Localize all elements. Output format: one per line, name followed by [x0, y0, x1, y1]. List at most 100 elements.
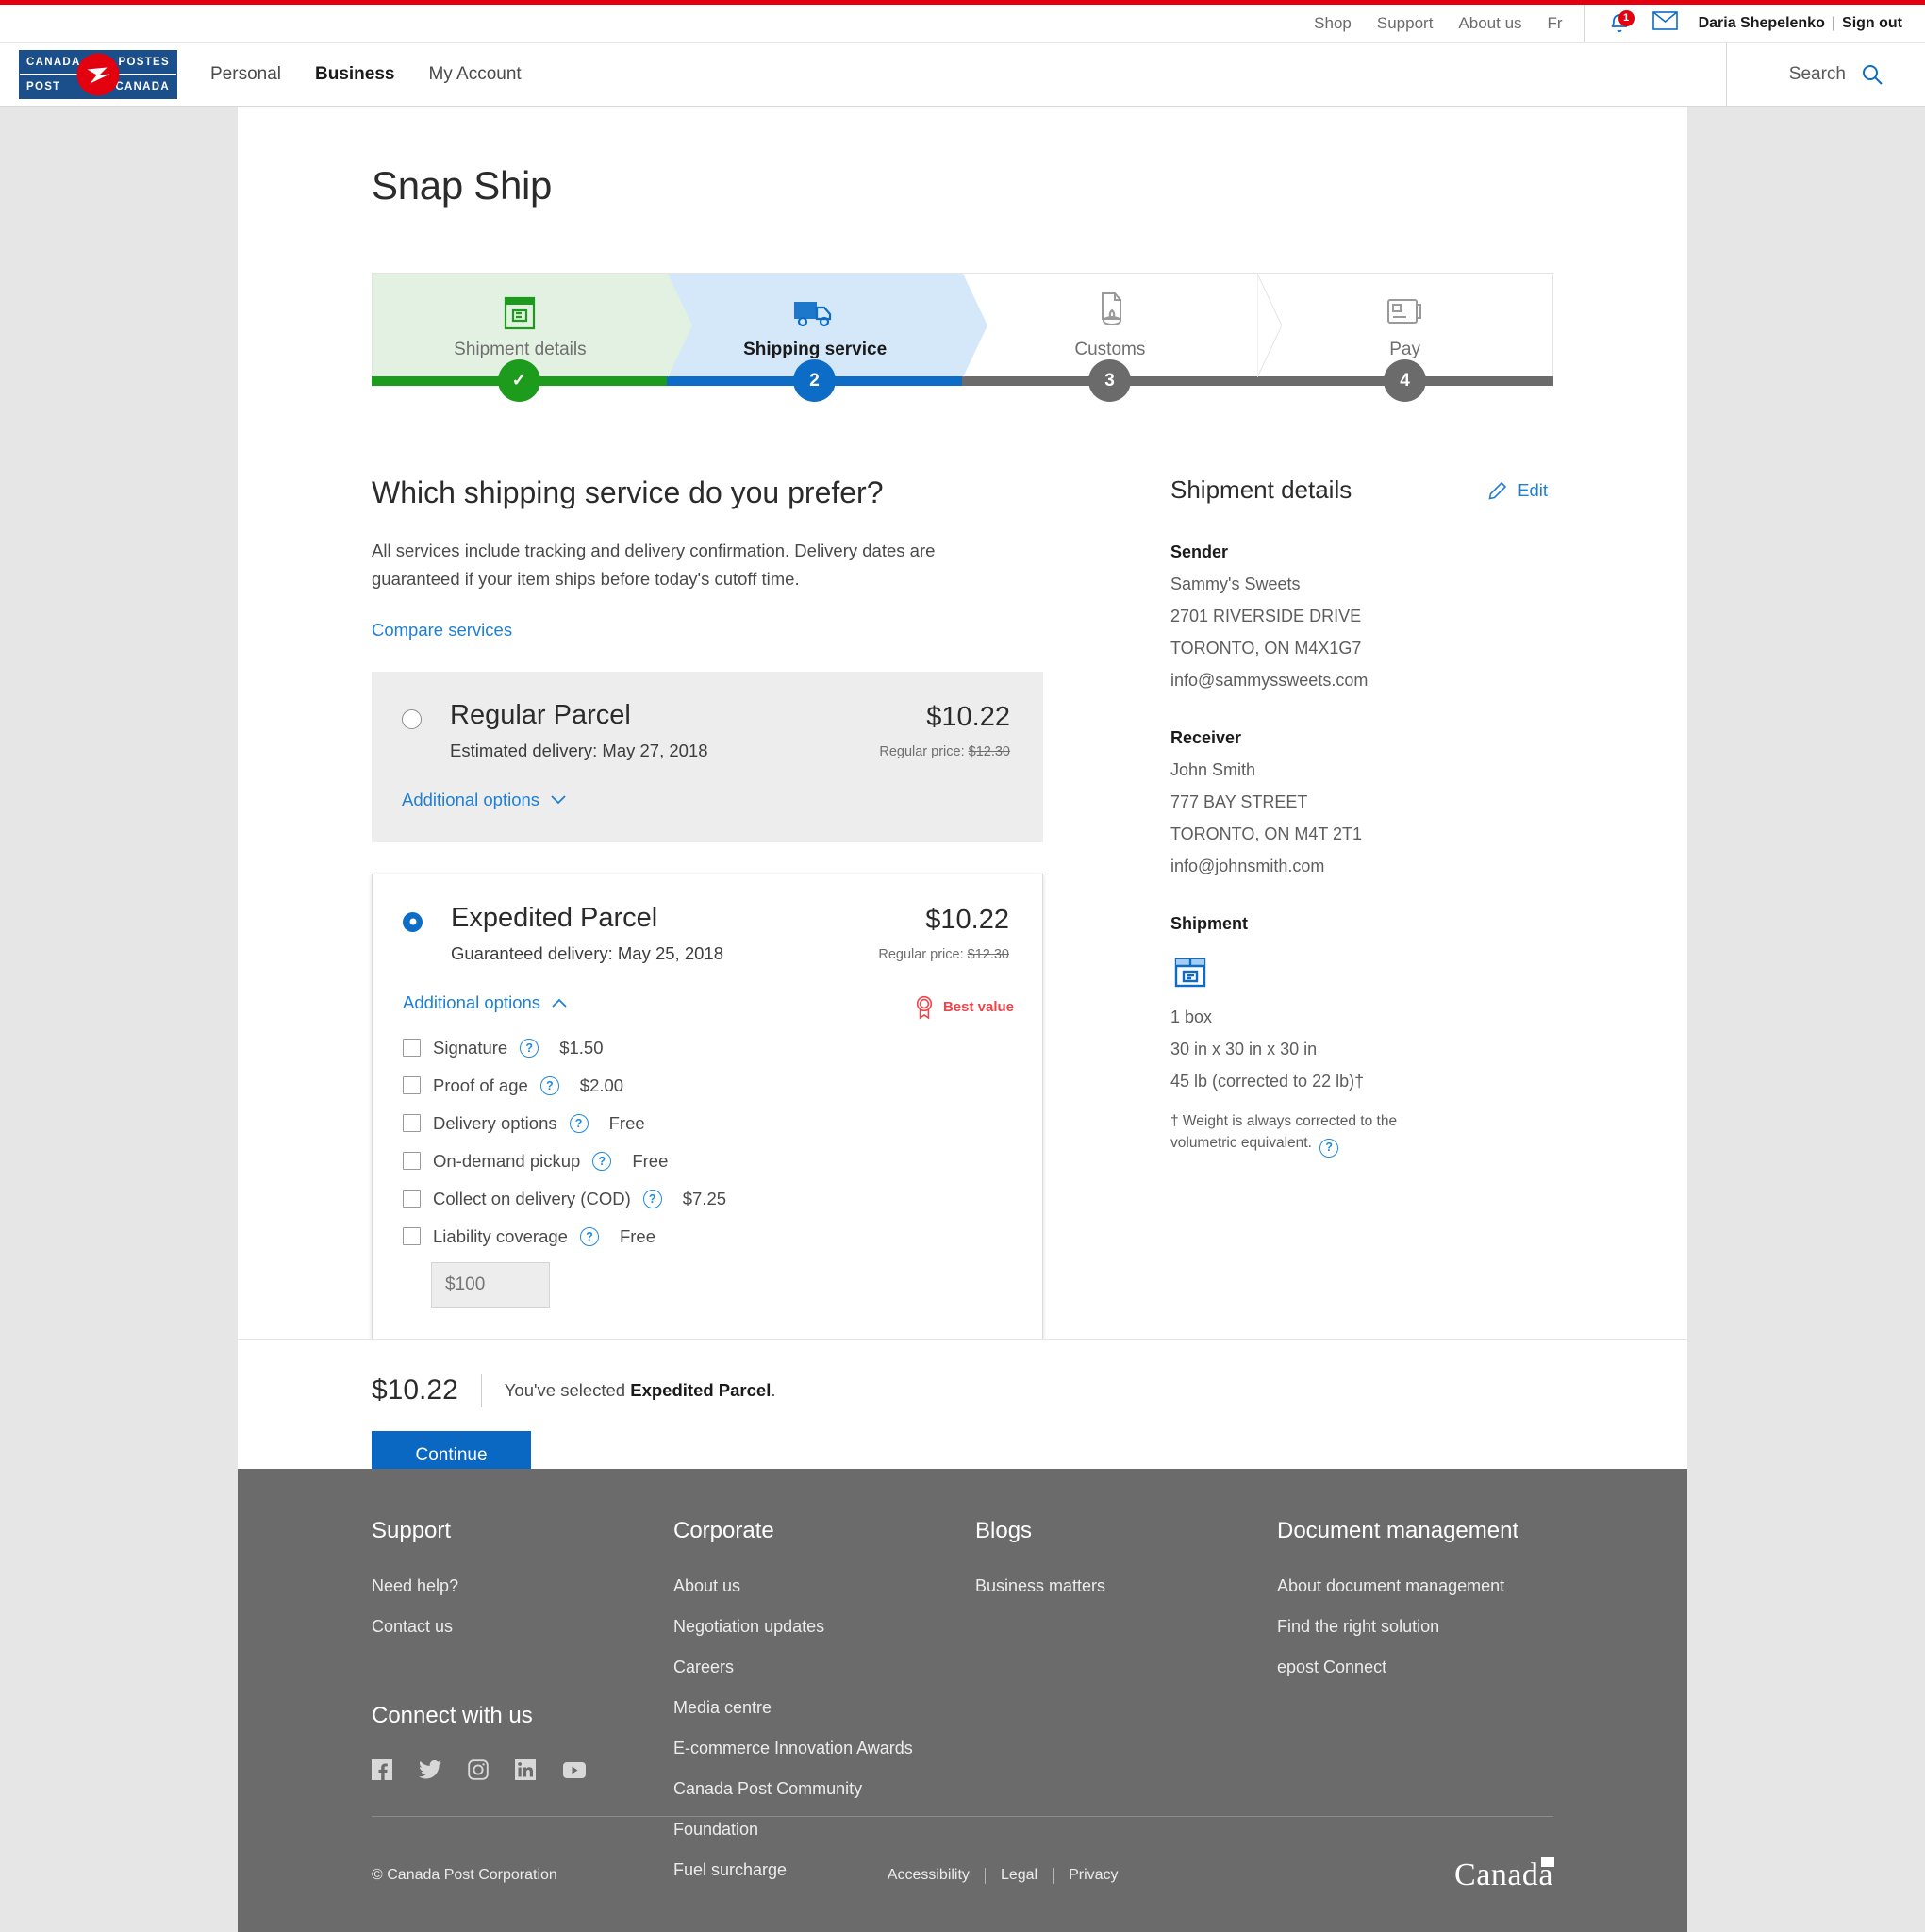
- additional-options-toggle-regular[interactable]: Additional options: [402, 790, 566, 810]
- messages-button[interactable]: [1652, 11, 1678, 35]
- delivery-truck-icon: [791, 290, 838, 333]
- checkbox-signature[interactable]: [403, 1039, 421, 1057]
- footer-link-about-us[interactable]: About us: [673, 1576, 975, 1596]
- nav-item-personal[interactable]: Personal: [210, 64, 281, 85]
- service-selection-column: Which shipping service do you prefer? Al…: [372, 475, 1043, 1407]
- help-circle-icon[interactable]: ?: [580, 1227, 599, 1246]
- notifications-button[interactable]: 1: [1607, 11, 1632, 36]
- footer-link-about-document-management[interactable]: About document management: [1277, 1576, 1518, 1596]
- magnifier-icon: [1861, 63, 1884, 86]
- footer-link-epost-connect[interactable]: epost Connect: [1277, 1657, 1518, 1677]
- footer-link-find-right-solution[interactable]: Find the right solution: [1277, 1617, 1518, 1637]
- footer-link-privacy[interactable]: Privacy: [1069, 1867, 1118, 1884]
- option-liability-coverage[interactable]: Liability coverage ? Free: [403, 1226, 1009, 1247]
- footer-heading-support: Support: [372, 1518, 673, 1544]
- logo-text-canada: CANADA: [26, 57, 81, 68]
- compare-services-link[interactable]: Compare services: [372, 620, 512, 641]
- service-card-body: Expedited Parcel Guaranteed delivery: Ma…: [451, 903, 878, 964]
- help-circle-icon[interactable]: ?: [1319, 1139, 1338, 1158]
- service-name: Expedited Parcel: [451, 903, 878, 934]
- logo-text-postes: POSTES: [119, 57, 170, 68]
- action-bar-summary-row: $10.22 You've selected Expedited Parcel.: [372, 1374, 1687, 1407]
- help-circle-icon[interactable]: ?: [520, 1039, 539, 1058]
- edit-shipment-details-link[interactable]: Edit: [1488, 480, 1548, 501]
- radio-expedited-parcel[interactable]: [403, 912, 423, 932]
- option-signature[interactable]: Signature ? $1.50: [403, 1038, 1009, 1058]
- footer-link-business-matters[interactable]: Business matters: [975, 1576, 1277, 1596]
- coverage-amount-input[interactable]: [431, 1262, 550, 1308]
- stepper-node-3[interactable]: 3: [1088, 359, 1131, 402]
- utility-link-shop[interactable]: Shop: [1314, 14, 1352, 33]
- linkedin-icon[interactable]: [515, 1759, 536, 1785]
- utility-link-support[interactable]: Support: [1377, 14, 1434, 33]
- footer-link-negotiation-updates[interactable]: Negotiation updates: [673, 1617, 975, 1637]
- selection-message-service: Expedited Parcel: [630, 1380, 771, 1400]
- service-price: $10.22: [878, 905, 1009, 936]
- help-circle-icon[interactable]: ?: [643, 1190, 662, 1208]
- regular-price-label: Regular price:: [878, 947, 963, 962]
- stepper-bands: Shipment details: [372, 273, 1553, 376]
- edit-label: Edit: [1518, 480, 1548, 501]
- option-price: $1.50: [559, 1038, 603, 1058]
- footer-link-media-centre[interactable]: Media centre: [673, 1698, 975, 1718]
- nav-item-business[interactable]: Business: [315, 64, 394, 85]
- checkbox-delivery-options[interactable]: [403, 1114, 421, 1132]
- radio-regular-parcel[interactable]: [402, 709, 422, 729]
- footer-link-careers[interactable]: Careers: [673, 1657, 975, 1677]
- footer-link-contact-us[interactable]: Contact us: [372, 1617, 673, 1637]
- checkbox-liability-coverage[interactable]: [403, 1227, 421, 1245]
- footer-link-need-help[interactable]: Need help?: [372, 1576, 673, 1596]
- option-delivery-options[interactable]: Delivery options ? Free: [403, 1113, 1009, 1134]
- twitter-icon[interactable]: [419, 1760, 441, 1784]
- step-label-pay: Pay: [1389, 340, 1420, 360]
- stepper-node-1[interactable]: ✓: [498, 359, 540, 402]
- utility-link-about-us[interactable]: About us: [1458, 14, 1521, 33]
- shipment-block: Shipment 1 box 30 in x 30 in x 30 i: [1170, 914, 1548, 1158]
- footer-link-foundation[interactable]: Foundation: [673, 1820, 975, 1840]
- additional-options-list: Signature ? $1.50 Proof of age ? $2.00: [403, 1038, 1009, 1247]
- utility-links: Shop Support About us Fr: [1314, 14, 1583, 33]
- option-collect-on-delivery[interactable]: Collect on delivery (COD) ? $7.25: [403, 1189, 1009, 1209]
- instagram-icon[interactable]: [468, 1759, 489, 1785]
- utility-account-area: 1 Daria Shepelenko | Sign out: [1584, 5, 1925, 42]
- footer-column-corporate: Corporate About us Negotiation updates C…: [673, 1518, 975, 1880]
- sender-block: Sender Sammy's Sweets 2701 RIVERSIDE DRI…: [1170, 542, 1548, 691]
- facebook-icon[interactable]: [372, 1759, 392, 1785]
- checkbox-collect-on-delivery[interactable]: [403, 1190, 421, 1208]
- help-circle-icon[interactable]: ?: [540, 1076, 559, 1095]
- service-delivery-guarantee: Guaranteed delivery: May 25, 2018: [451, 943, 878, 964]
- search-button[interactable]: Search: [1726, 43, 1925, 107]
- checkbox-on-demand-pickup[interactable]: [403, 1152, 421, 1170]
- utility-bar: Shop Support About us Fr 1 Daria Shepele…: [0, 5, 1925, 42]
- footer-copyright: © Canada Post Corporation: [372, 1867, 557, 1884]
- chevron-down-icon: [551, 795, 566, 805]
- footer-link-canada-post-community[interactable]: Canada Post Community: [673, 1779, 975, 1799]
- option-label: Delivery options: [433, 1113, 557, 1134]
- option-label: Collect on delivery (COD): [433, 1189, 631, 1209]
- option-on-demand-pickup[interactable]: On-demand pickup ? Free: [403, 1151, 1009, 1172]
- utility-link-language-fr[interactable]: Fr: [1548, 14, 1563, 33]
- canada-post-logo[interactable]: CANADA POSTES POST CANADA: [19, 50, 177, 99]
- service-card-expedited-parcel[interactable]: Expedited Parcel Guaranteed delivery: Ma…: [372, 874, 1043, 1341]
- footer-link-ecommerce-awards[interactable]: E-commerce Innovation Awards: [673, 1739, 975, 1758]
- help-circle-icon[interactable]: ?: [570, 1114, 589, 1133]
- help-circle-icon[interactable]: ?: [592, 1152, 611, 1171]
- youtube-icon[interactable]: [562, 1761, 587, 1784]
- summary-title: Shipment details: [1170, 475, 1352, 505]
- stepper-node-4[interactable]: 4: [1384, 359, 1426, 402]
- summary-header: Shipment details Edit: [1170, 475, 1548, 505]
- nav-item-my-account[interactable]: My Account: [428, 64, 521, 85]
- stepper-track: ✓ 2 3 4: [372, 376, 1553, 386]
- main-navigation: CANADA POSTES POST CANADA Personal Busin…: [0, 43, 1925, 107]
- checkbox-proof-of-age[interactable]: [403, 1076, 421, 1094]
- footer-link-accessibility[interactable]: Accessibility: [888, 1867, 970, 1884]
- service-card-regular-parcel[interactable]: Regular Parcel Estimated delivery: May 2…: [372, 672, 1043, 842]
- additional-options-toggle-expedited[interactable]: Additional options: [403, 992, 567, 1013]
- option-proof-of-age[interactable]: Proof of age ? $2.00: [403, 1075, 1009, 1096]
- sign-out-link[interactable]: Sign out: [1842, 15, 1902, 32]
- additional-options-label: Additional options: [403, 992, 540, 1013]
- service-regular-price: Regular price: $12.30: [879, 744, 1010, 759]
- sender-label: Sender: [1170, 542, 1548, 562]
- stepper-node-2[interactable]: 2: [793, 359, 836, 402]
- footer-link-legal[interactable]: Legal: [1001, 1867, 1037, 1884]
